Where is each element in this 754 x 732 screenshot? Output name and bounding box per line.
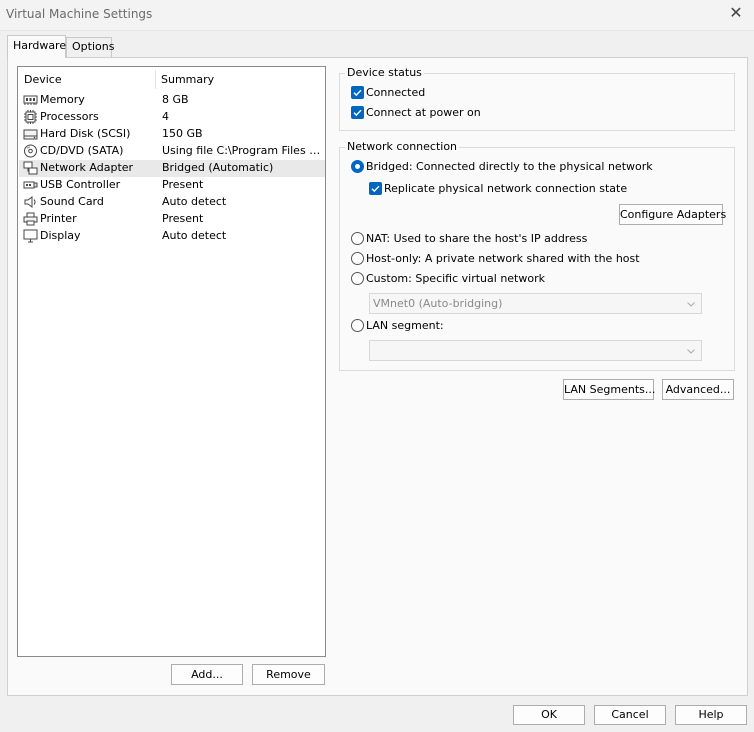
device-row-printer[interactable]: Printer Present bbox=[19, 211, 325, 228]
nat-radio[interactable] bbox=[351, 232, 364, 245]
help-button[interactable]: Help bbox=[675, 705, 747, 725]
device-summary: Using file C:\Program Files (x8... bbox=[162, 144, 322, 157]
device-summary: Present bbox=[162, 212, 204, 225]
device-summary: Bridged (Automatic) bbox=[162, 161, 274, 174]
bridged-label[interactable]: Bridged: Connected directly to the physi… bbox=[366, 160, 653, 173]
device-summary: 4 bbox=[162, 110, 169, 123]
add-device-button[interactable]: Add... bbox=[171, 664, 243, 685]
network-adapter-icon bbox=[23, 161, 38, 175]
display-icon bbox=[23, 229, 38, 243]
host-only-label[interactable]: Host-only: A private network shared with… bbox=[366, 252, 640, 265]
lan-segment-label[interactable]: LAN segment: bbox=[366, 319, 444, 332]
device-status-label: Device status bbox=[345, 66, 424, 79]
lan-segment-radio[interactable] bbox=[351, 319, 364, 332]
usb-icon bbox=[23, 181, 38, 189]
device-summary: Present bbox=[162, 178, 204, 191]
custom-network-select[interactable]: VMnet0 (Auto-bridging) bbox=[369, 293, 702, 314]
device-summary: 150 GB bbox=[162, 127, 203, 140]
device-row-cd-dvd[interactable]: CD/DVD (SATA) Using file C:\Program File… bbox=[19, 143, 325, 160]
device-name: Hard Disk (SCSI) bbox=[40, 127, 131, 140]
printer-icon bbox=[23, 212, 38, 226]
window-title: Virtual Machine Settings bbox=[6, 7, 153, 21]
connect-at-power-on-checkbox[interactable] bbox=[351, 106, 364, 119]
tab-options-label: Options bbox=[72, 40, 115, 53]
device-name: Display bbox=[40, 229, 81, 242]
device-name: Processors bbox=[40, 110, 99, 123]
device-summary: 8 GB bbox=[162, 93, 189, 106]
device-name: Memory bbox=[40, 93, 85, 106]
device-name: USB Controller bbox=[40, 178, 121, 191]
memory-icon bbox=[23, 95, 38, 105]
connected-label[interactable]: Connected bbox=[366, 86, 425, 99]
replicate-state-checkbox[interactable] bbox=[369, 182, 382, 195]
cancel-button[interactable]: Cancel bbox=[594, 705, 666, 725]
tab-hardware[interactable]: Hardware bbox=[7, 35, 66, 58]
lan-segments-button[interactable]: LAN Segments... bbox=[563, 379, 655, 400]
tab-hardware-label: Hardware bbox=[13, 39, 67, 52]
processor-icon bbox=[24, 110, 37, 124]
host-only-radio[interactable] bbox=[351, 252, 364, 265]
device-row-hard-disk[interactable]: Hard Disk (SCSI) 150 GB bbox=[19, 126, 325, 143]
device-name: Sound Card bbox=[40, 195, 104, 208]
column-header-summary[interactable]: Summary bbox=[161, 73, 214, 89]
sound-card-icon bbox=[24, 196, 36, 208]
advanced-button[interactable]: Advanced... bbox=[662, 379, 734, 400]
connected-checkbox[interactable] bbox=[351, 86, 364, 99]
device-row-usb-controller[interactable]: USB Controller Present bbox=[19, 177, 325, 194]
remove-device-button[interactable]: Remove bbox=[252, 664, 325, 685]
device-status-group bbox=[339, 73, 735, 131]
lan-segment-select[interactable] bbox=[369, 340, 702, 361]
device-name: Printer bbox=[40, 212, 77, 225]
device-row-memory[interactable]: Memory 8 GB bbox=[19, 92, 325, 109]
device-row-network-adapter[interactable]: Network Adapter Bridged (Automatic) bbox=[19, 160, 325, 177]
bridged-radio[interactable] bbox=[351, 160, 364, 173]
column-header-device[interactable]: Device bbox=[24, 73, 62, 89]
ok-button[interactable]: OK bbox=[513, 705, 585, 725]
close-icon[interactable]: ✕ bbox=[726, 4, 746, 24]
checkmark-icon bbox=[371, 185, 380, 193]
replicate-state-label[interactable]: Replicate physical network connection st… bbox=[384, 182, 627, 195]
connect-at-power-on-label[interactable]: Connect at power on bbox=[366, 106, 481, 119]
device-summary: Auto detect bbox=[162, 195, 227, 208]
configure-adapters-button[interactable]: Configure Adapters bbox=[619, 204, 726, 225]
device-row-processors[interactable]: Processors 4 bbox=[19, 109, 325, 126]
network-connection-label: Network connection bbox=[345, 140, 460, 153]
custom-label[interactable]: Custom: Specific virtual network bbox=[366, 272, 545, 285]
checkmark-icon bbox=[353, 89, 362, 97]
device-summary: Auto detect bbox=[162, 229, 227, 242]
custom-radio[interactable] bbox=[351, 272, 364, 285]
device-name: Network Adapter bbox=[40, 161, 134, 174]
custom-network-value: VMnet0 (Auto-bridging) bbox=[373, 297, 503, 310]
title-bar: Virtual Machine Settings ✕ bbox=[0, 0, 754, 30]
tab-options[interactable]: Options bbox=[66, 37, 115, 57]
nat-label[interactable]: NAT: Used to share the host's IP address bbox=[366, 232, 587, 245]
device-row-display[interactable]: Display Auto detect bbox=[19, 228, 325, 245]
device-name: CD/DVD (SATA) bbox=[40, 144, 124, 157]
chevron-down-icon bbox=[687, 302, 695, 307]
chevron-down-icon bbox=[687, 349, 695, 354]
checkmark-icon bbox=[353, 109, 362, 117]
device-list[interactable]: Device Summary Memory 8 GB Processors 4 … bbox=[17, 66, 326, 657]
device-row-sound-card[interactable]: Sound Card Auto detect bbox=[19, 194, 325, 211]
cd-dvd-icon bbox=[24, 144, 37, 158]
hard-disk-icon bbox=[23, 129, 38, 140]
column-separator[interactable] bbox=[155, 70, 156, 89]
